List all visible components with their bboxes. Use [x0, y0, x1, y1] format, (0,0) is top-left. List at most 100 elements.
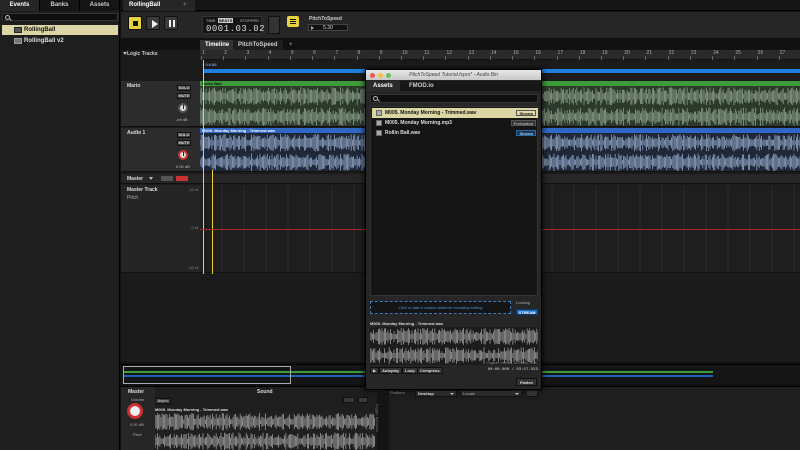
master-mute-indicator[interactable]	[176, 176, 188, 181]
event-search-input[interactable]	[2, 13, 118, 21]
deck-volume-knob[interactable]	[127, 403, 143, 419]
tab-assets[interactable]: Assets	[366, 81, 400, 91]
ruler-tick: 14	[489, 50, 497, 60]
play-button[interactable]	[146, 16, 160, 30]
add-editor-tab[interactable]: +	[284, 40, 298, 50]
asset-list: M005. Monday Morning - Trimmed.wav Strea…	[370, 106, 538, 296]
tab-banks[interactable]: Banks	[40, 0, 80, 11]
add-document-tab[interactable]: +	[183, 0, 187, 11]
asset-item-trimmed-wav[interactable]: M005. Monday Morning - Trimmed.wav Strea…	[372, 108, 538, 118]
timeline-ruler[interactable]: 1 2 3 4 5 6 7 8 9 10 11 12 13 14 15 16 17 18 19 20 21 22 23 24 2…	[200, 50, 800, 60]
parameter-value-field[interactable]: 5.30	[308, 24, 348, 31]
master-track-header[interactable]: Master Track Pitch 24 st 0 st -24 st	[121, 185, 200, 273]
platform-select[interactable]: Desktop	[415, 390, 457, 397]
tab-events[interactable]: Events	[0, 0, 40, 11]
volume-value: -inf dB	[176, 117, 188, 122]
stop-icon	[133, 21, 138, 26]
time-mode-label[interactable]: TIME	[206, 18, 216, 23]
platform-settings-button[interactable]	[526, 390, 538, 397]
maximize-icon[interactable]	[386, 73, 391, 78]
playhead[interactable]	[203, 60, 204, 274]
tab-pitchtospeed[interactable]: PitchToSpeed	[233, 40, 283, 50]
audio-bin-titlebar[interactable]: PitchToSpeed Tutorial.fspro* - Audio Bin	[366, 70, 541, 80]
asset-search-input[interactable]	[370, 94, 538, 103]
master-header[interactable]: Master	[121, 174, 200, 184]
master-track-name: Master Track	[127, 187, 158, 193]
solo-button[interactable]: SOLO	[177, 85, 191, 91]
clock-value: 0001.03.02	[206, 24, 266, 34]
close-icon[interactable]	[370, 73, 375, 78]
document-tabs: RollingBall +	[121, 0, 800, 11]
volume-value: 0.00 dB	[176, 164, 190, 169]
pitch-automation-label: Pitch	[127, 195, 139, 201]
loading-mode-button[interactable]: STREAM	[516, 309, 538, 315]
ruler-tick: 27	[778, 50, 786, 60]
asset-item-rollin-ball[interactable]: Rollin Ball.wav Stream	[372, 128, 538, 138]
platform-label: Platform	[390, 390, 405, 395]
event-item-rollingball-v2[interactable]: RollingBall v2	[2, 36, 118, 46]
loop-toggle[interactable]: Loop	[402, 367, 418, 374]
tab-timeline[interactable]: Timeline	[200, 40, 235, 50]
deck-volume-value: 0.00 dB	[130, 422, 144, 427]
minimize-icon[interactable]	[378, 73, 383, 78]
logic-tracks-header[interactable]: Logic Tracks	[121, 50, 200, 58]
pause-button[interactable]	[164, 16, 178, 30]
overview-visible-window[interactable]	[123, 366, 291, 384]
async-button[interactable]: Async	[155, 398, 171, 404]
chevron-down-icon[interactable]	[149, 177, 153, 180]
audio-file-icon	[376, 130, 382, 136]
ruler-tick: 8	[356, 50, 361, 60]
deck-back-button[interactable]	[358, 397, 368, 403]
event-item-rollingball[interactable]: RollingBall	[2, 25, 118, 35]
preview-file-info: Original: 34.8 kB, 44.1 kHz, 2 Ch	[486, 361, 537, 365]
audio-file-icon	[376, 120, 382, 126]
volume-knob[interactable]	[178, 150, 188, 160]
preview-waveform[interactable]	[370, 327, 538, 365]
deck-waveform[interactable]	[155, 412, 375, 450]
trigger-behavior-tab[interactable]: Trigger Behavior	[375, 393, 389, 450]
tab-fmod-io[interactable]: FMOD.io	[402, 81, 441, 91]
time-display[interactable]: TIME BEATS STOPPED 0001.03.02	[202, 16, 266, 34]
event-icon	[14, 38, 22, 44]
beats-mode-label[interactable]: BEATS	[218, 18, 234, 23]
ruler-tick: 19	[601, 50, 608, 60]
solo-button[interactable]: SOLO	[177, 132, 191, 138]
track-header-audio-1[interactable]: Audio 1 SOLO MUTE 0.00 dB	[121, 128, 200, 172]
loading-label: Loading	[516, 300, 531, 305]
loop-toggle[interactable]	[268, 16, 280, 34]
mute-button[interactable]: MUTE	[177, 93, 191, 99]
event-browser: Events Banks Assets RollingBall RollingB…	[0, 0, 120, 450]
deck-loop-button[interactable]	[343, 397, 355, 403]
audio-file-icon	[376, 110, 382, 116]
document-tab-rollingball[interactable]: RollingBall +	[123, 0, 195, 11]
transport-state: STOPPED	[240, 18, 260, 23]
asset-name: Rollin Ball.wav	[385, 130, 421, 136]
audio-bin-title: PitchToSpeed Tutorial.fspro* - Audio Bin	[409, 72, 498, 78]
asset-item-monday-mp3[interactable]: M005. Monday Morning.mp3 Preloaded	[372, 118, 538, 128]
document-tab-label: RollingBall	[129, 2, 161, 8]
autoplay-toggle[interactable]: Autoplay	[379, 367, 403, 374]
ruler-tick: 7	[334, 50, 339, 60]
ruler-tick: 6	[312, 50, 316, 60]
track-header-mario[interactable]: Mario SOLO MUTE -inf dB	[121, 81, 200, 127]
pitch-scale-mid: 0 st	[191, 225, 198, 230]
master-label: Master	[127, 176, 144, 182]
ruler-tick: 16	[534, 50, 541, 60]
compress-toggle[interactable]: Compress	[417, 367, 443, 374]
parameter-name: PitchToSpeed	[309, 16, 342, 22]
locale-select[interactable]: Locale	[460, 390, 522, 397]
stop-button[interactable]	[128, 16, 142, 30]
mute-button[interactable]: MUTE	[177, 140, 191, 146]
search-icon	[5, 15, 10, 20]
ruler-tick: 12	[445, 50, 452, 60]
add-platform-encoding-button[interactable]: Click to add a custom platform encoding …	[370, 301, 511, 314]
editor-tabs: Timeline PitchToSpeed +	[200, 40, 800, 50]
track-name: Mario	[127, 83, 141, 89]
asset-name: M005. Monday Morning - Trimmed.wav	[385, 110, 477, 116]
tab-assets[interactable]: Assets	[80, 0, 120, 11]
parameter-list-button[interactable]	[287, 16, 299, 27]
volume-knob[interactable]	[178, 103, 188, 113]
flatten-button[interactable]: Flatten	[515, 378, 537, 386]
preview-play-button[interactable]: ▶	[370, 367, 380, 374]
audio-bin-tabs: Assets FMOD.io	[366, 81, 541, 91]
